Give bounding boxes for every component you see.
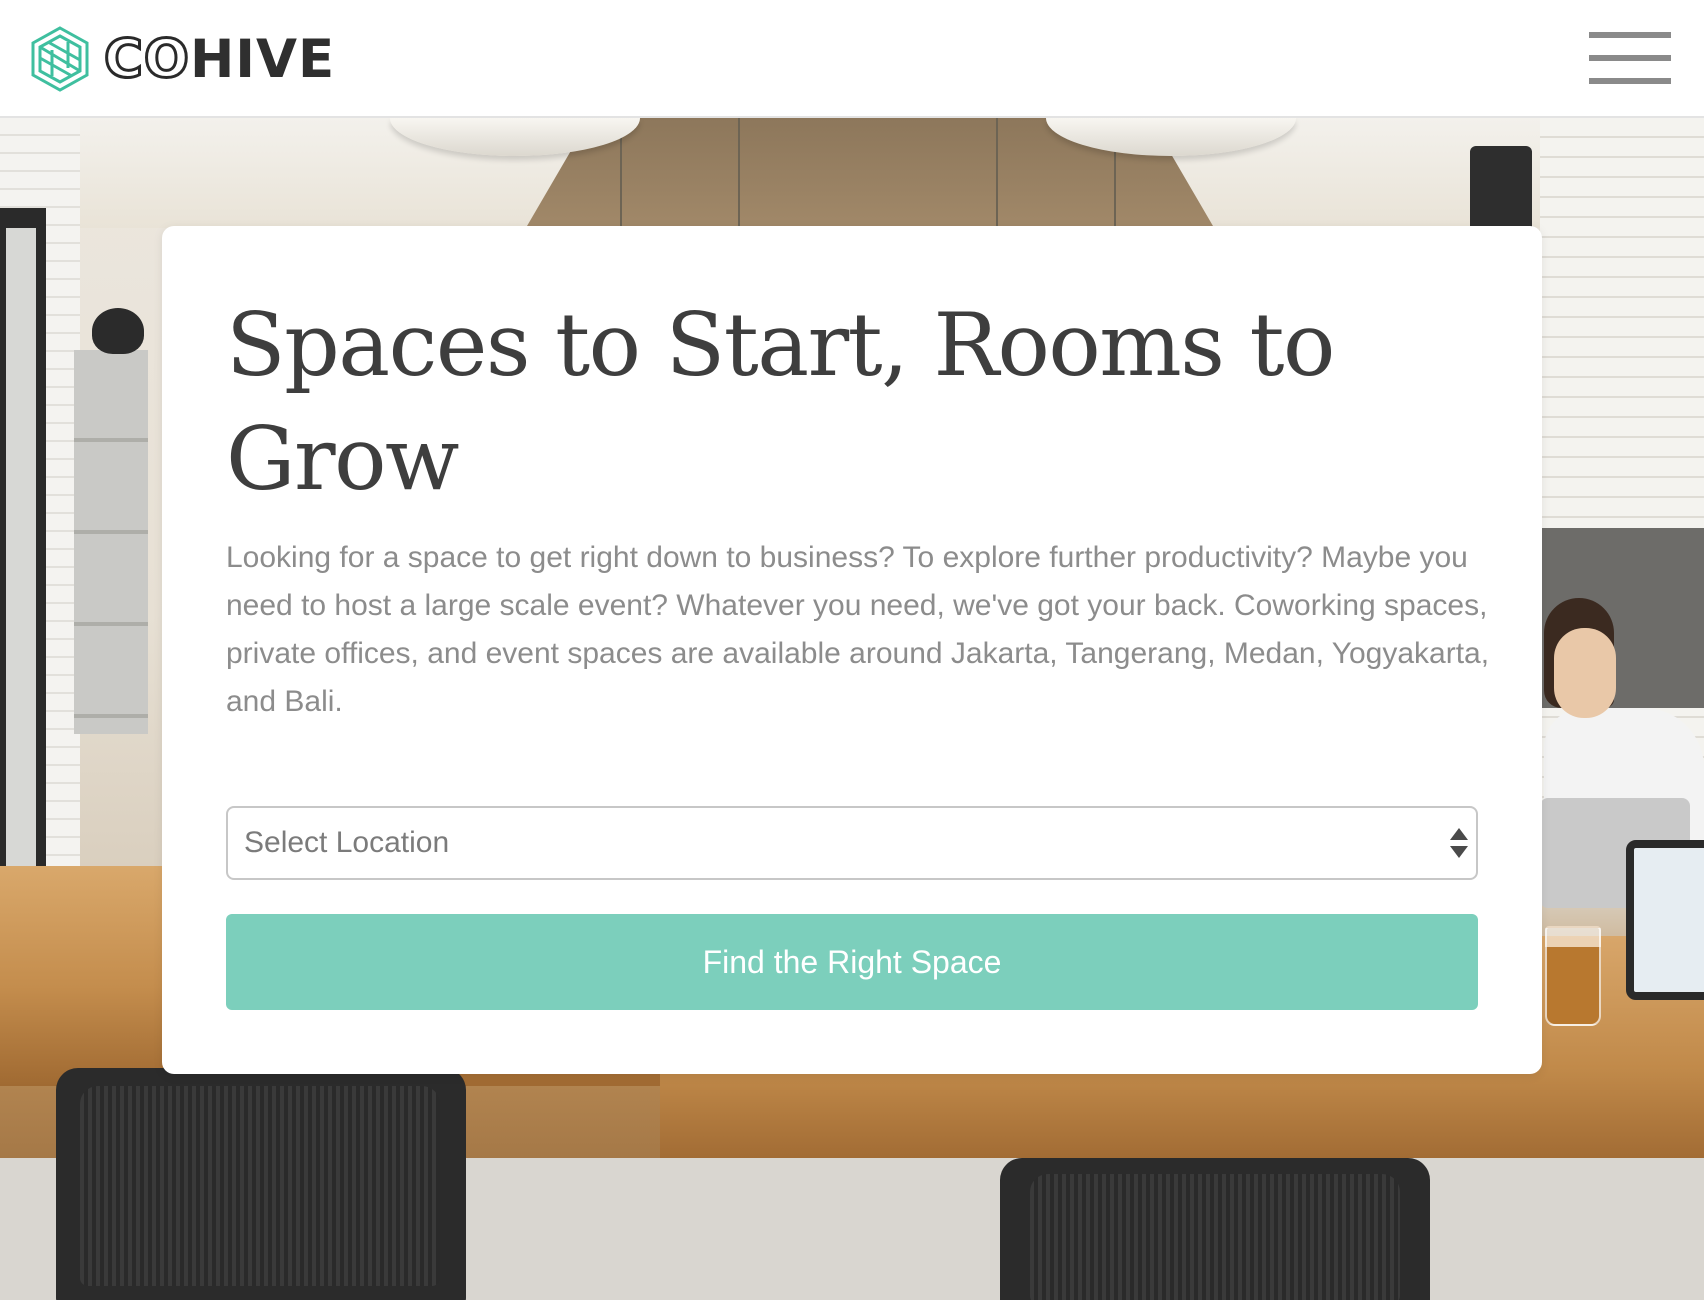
hamburger-menu-icon[interactable]: [1589, 32, 1671, 84]
menu-bar: [1589, 32, 1671, 38]
laptop-screen: [1626, 840, 1704, 1000]
location-select-value: Select Location: [244, 826, 450, 859]
site-header: CO HIVE: [0, 0, 1704, 118]
cohive-logo[interactable]: CO HIVE: [30, 26, 335, 92]
find-space-button-label: Find the Right Space: [702, 943, 1002, 980]
search-card: Spaces to Start, Rooms to Grow Looking f…: [162, 226, 1542, 1074]
lockers: [74, 350, 148, 734]
hero-title: Spaces to Start, Rooms to Grow: [226, 294, 1335, 510]
menu-bar: [1589, 78, 1671, 84]
logo-hive: HIVE: [189, 28, 336, 90]
chair-mesh: [80, 1086, 440, 1286]
find-space-button[interactable]: Find the Right Space: [226, 914, 1478, 1010]
logo-co: CO: [103, 28, 191, 90]
hero-description: Looking for a space to get right down to…: [226, 541, 1490, 718]
select-arrows-icon: [1448, 824, 1468, 864]
cohive-logo-icon: [31, 26, 89, 92]
helmet: [92, 308, 144, 354]
door-glass: [6, 228, 36, 888]
location-select[interactable]: Select Location: [226, 806, 1478, 880]
logo-wordmark: CO HIVE: [103, 28, 336, 90]
menu-bar: [1589, 55, 1671, 61]
chair-mesh: [1030, 1174, 1400, 1300]
iced-tea-cup: [1545, 926, 1601, 1026]
